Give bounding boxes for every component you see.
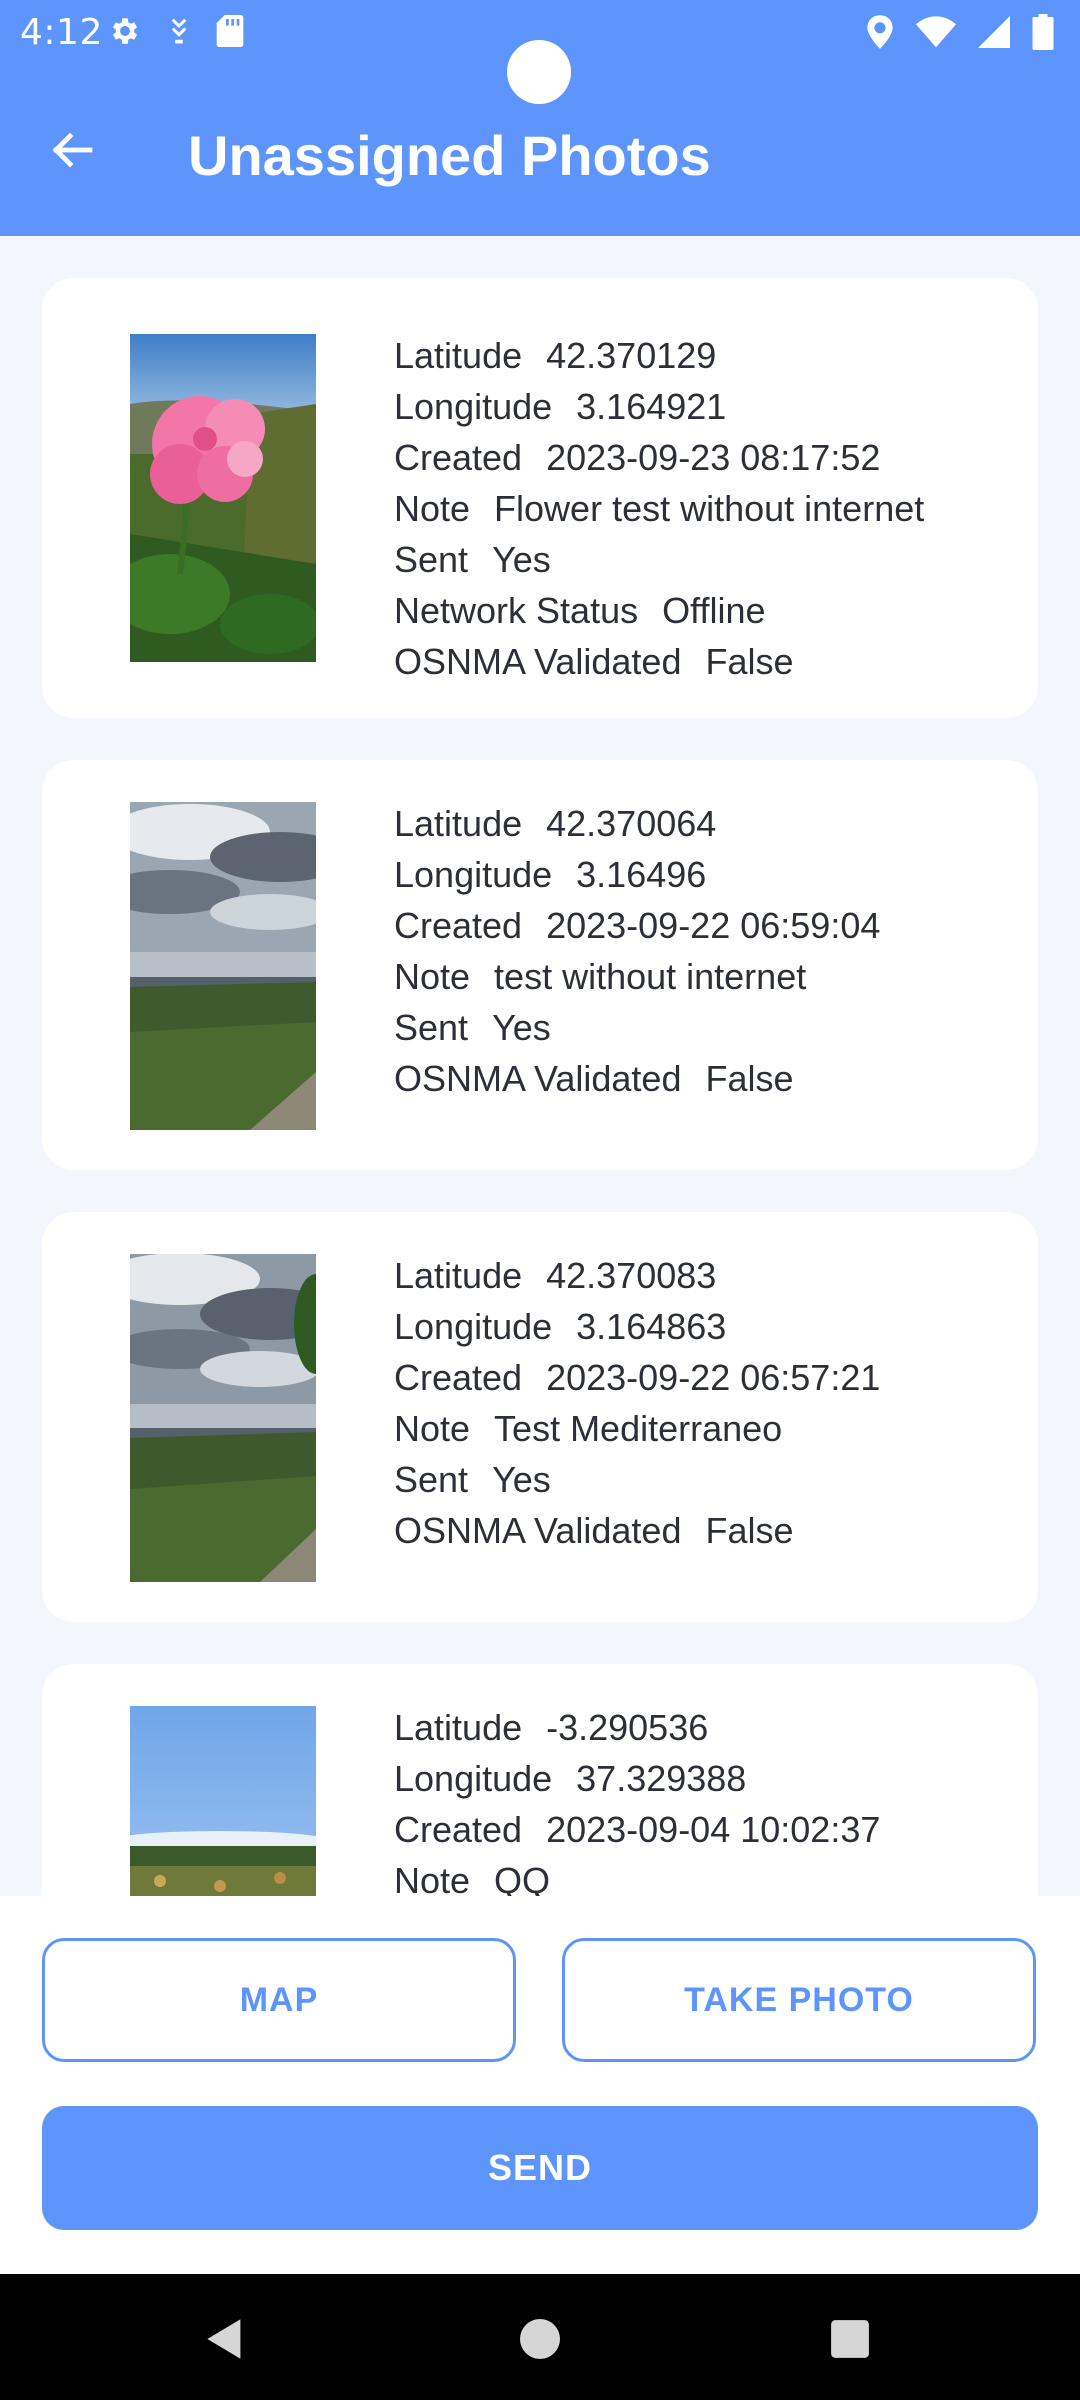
map-button[interactable]: MAP bbox=[42, 1938, 516, 2062]
location-icon bbox=[866, 15, 894, 49]
send-button[interactable]: SEND bbox=[42, 2106, 1038, 2230]
arrow-left-icon bbox=[52, 132, 93, 168]
photo-thumbnail[interactable] bbox=[130, 802, 316, 1130]
sd-card-icon bbox=[216, 15, 244, 47]
status-icons-right bbox=[866, 14, 1054, 50]
detail-row: Longitude 37.329388 bbox=[394, 1758, 747, 1799]
battery-icon bbox=[1032, 14, 1054, 50]
photo-card[interactable]: Latitude -3.290536 Longitude 37.329388 Cre… bbox=[42, 1664, 1038, 1896]
action-bar: MAP TAKE PHOTO SEND bbox=[0, 1896, 1080, 2274]
nav-back-button[interactable] bbox=[190, 2304, 260, 2374]
nav-recents-button[interactable] bbox=[815, 2304, 885, 2374]
status-time: 4:12 bbox=[20, 12, 103, 53]
nav-recents-icon bbox=[831, 2320, 869, 2358]
detail-row: Note test without internet bbox=[394, 956, 807, 997]
photo-card[interactable]: Latitude 42.370129 Longitude 3.164921 Crea… bbox=[42, 278, 1038, 718]
wifi-icon bbox=[916, 16, 956, 48]
photo-list[interactable]: Latitude 42.370129 Longitude 3.164921 Crea… bbox=[0, 236, 1080, 1896]
camera-cutout bbox=[507, 40, 571, 104]
page-title: Unassigned Photos bbox=[188, 124, 711, 187]
photo-thumbnail[interactable] bbox=[130, 334, 316, 662]
detail-row: Longitude 3.164863 bbox=[394, 1306, 727, 1347]
detail-row: Note QQ bbox=[394, 1860, 551, 1896]
detail-row: Note Test Mediterraneo bbox=[394, 1408, 783, 1449]
detail-row: Longitude 3.16496 bbox=[394, 854, 707, 895]
detail-row: Sent Yes bbox=[394, 539, 551, 580]
nav-back-icon bbox=[207, 2319, 241, 2359]
photo-thumbnail[interactable] bbox=[130, 1254, 316, 1582]
photo-details: Latitude 42.370083 Longitude 3.164863 Crea… bbox=[394, 1250, 880, 1576]
detail-row: Latitude 42.370083 bbox=[394, 1255, 717, 1296]
photo-details: Latitude 42.370129 Longitude 3.164921 Crea… bbox=[394, 330, 925, 682]
nav-home-icon bbox=[520, 2319, 560, 2359]
detail-row: Sent Yes bbox=[394, 1007, 551, 1048]
detail-row: Latitude 42.370129 bbox=[394, 335, 717, 376]
photo-details: Latitude 42.370064 Longitude 3.16496 Creat… bbox=[394, 798, 880, 1124]
detail-row: Created 2023-09-23 08:17:52 bbox=[394, 437, 881, 478]
detail-row: Created 2023-09-22 06:57:21 bbox=[394, 1357, 881, 1398]
back-button[interactable] bbox=[44, 122, 100, 178]
photo-card[interactable]: Latitude 42.370083 Longitude 3.164863 Crea… bbox=[42, 1212, 1038, 1622]
system-nav-bar bbox=[0, 2274, 1080, 2400]
detail-row: OSNMA Validated False bbox=[394, 1510, 794, 1551]
photo-card[interactable]: Latitude 42.370064 Longitude 3.16496 Creat… bbox=[42, 760, 1038, 1170]
nav-home-button[interactable] bbox=[505, 2304, 575, 2374]
detail-row: OSNMA Validated False bbox=[394, 1058, 794, 1099]
detail-row: Latitude -3.290536 bbox=[394, 1707, 709, 1748]
detail-row: Latitude 42.370064 bbox=[394, 803, 717, 844]
photo-details: Latitude -3.290536 Longitude 37.329388 Cre… bbox=[394, 1702, 880, 1896]
detail-row: Sent Yes bbox=[394, 1459, 551, 1500]
debug-icon bbox=[164, 16, 194, 46]
photo-thumbnail[interactable] bbox=[130, 1706, 316, 1896]
detail-row: Network Status Offline bbox=[394, 590, 766, 631]
detail-row: Created 2023-09-04 10:02:37 bbox=[394, 1809, 881, 1850]
detail-row: Note Flower test without internet bbox=[394, 488, 925, 529]
status-icons-left bbox=[108, 14, 244, 48]
signal-icon bbox=[978, 16, 1010, 48]
settings-icon bbox=[108, 14, 142, 48]
detail-row: Longitude 3.164921 bbox=[394, 386, 727, 427]
take-photo-button[interactable]: TAKE PHOTO bbox=[562, 1938, 1036, 2062]
detail-row: OSNMA Validated False bbox=[394, 641, 794, 682]
app-header: 4:12 Unassigned Photos bbox=[0, 0, 1080, 236]
detail-row: Created 2023-09-22 06:59:04 bbox=[394, 905, 881, 946]
